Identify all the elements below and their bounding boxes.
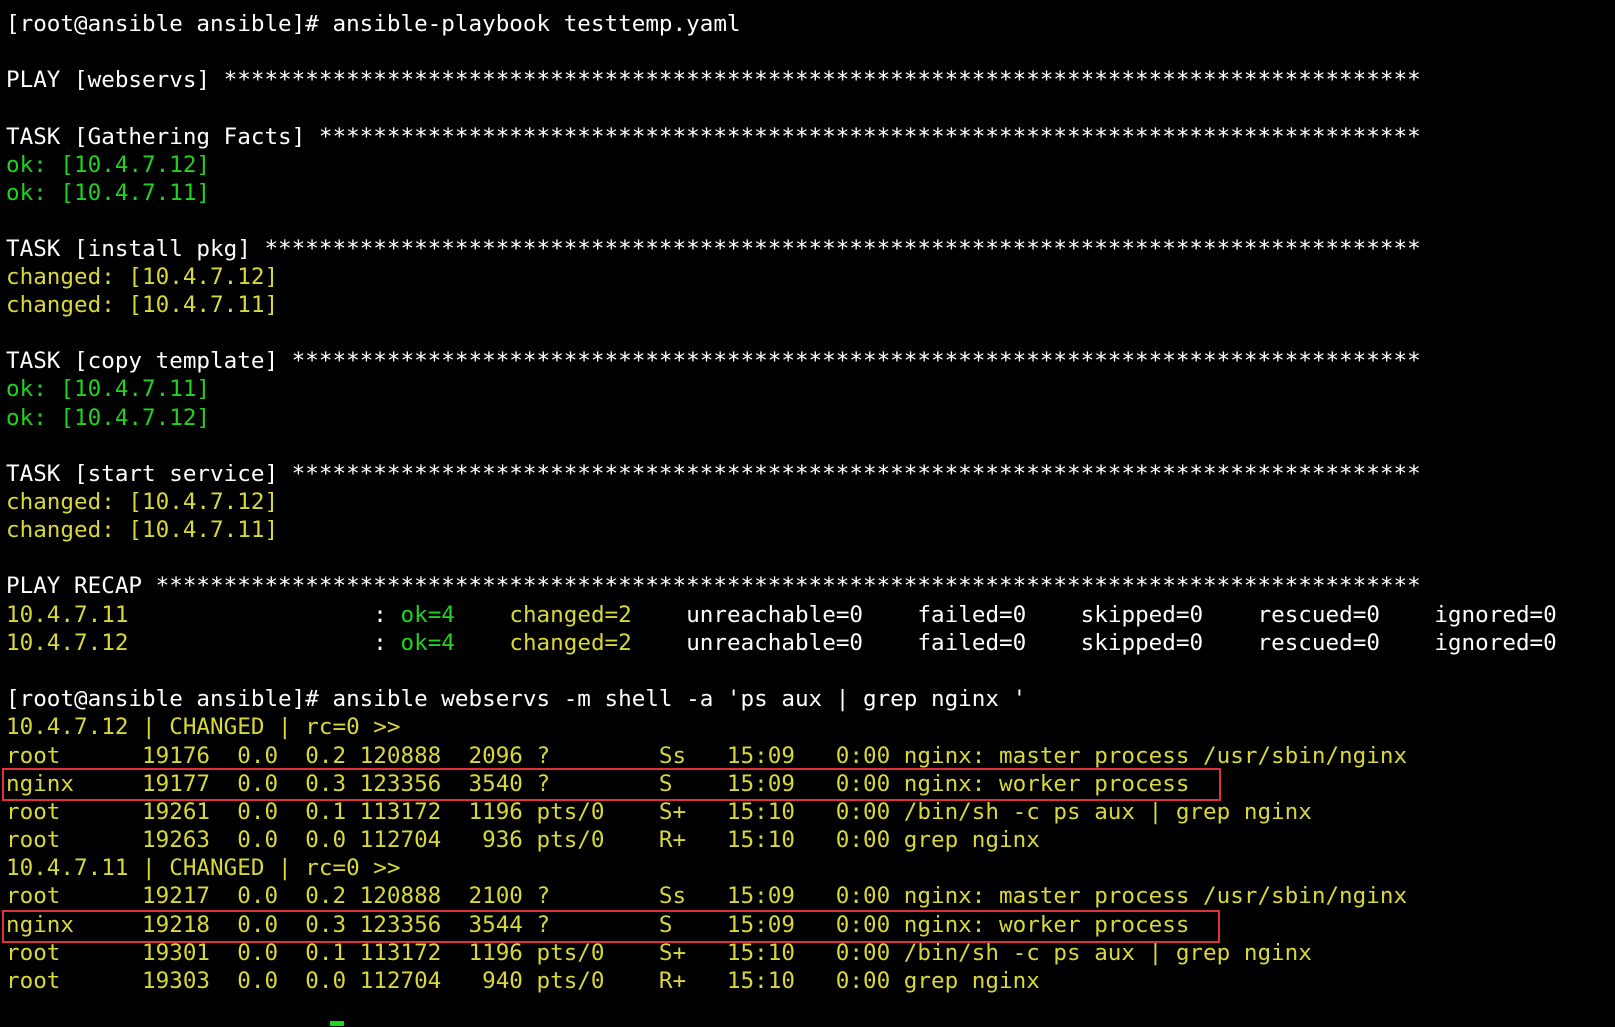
terminal-text-segment: unreachable=0 failed=0 skipped=0 rescued… — [631, 602, 1557, 628]
terminal-line: TASK [copy template] *******************… — [6, 347, 1421, 375]
terminal-line: root 19301 0.0 0.1 113172 1196 pts/0 S+ … — [6, 939, 1312, 967]
terminal-line: root 19303 0.0 0.0 112704 940 pts/0 R+ 1… — [6, 967, 1040, 995]
terminal-text-segment: ok: [10.4.7.11] — [6, 180, 211, 206]
terminal-line: 10.4.7.12 | CHANGED | rc=0 >> — [6, 713, 400, 741]
terminal-line: ok: [10.4.7.12] — [6, 151, 210, 179]
terminal-line: TASK [Gathering Facts] *****************… — [6, 123, 1421, 151]
terminal-text-segment: changed: [10.4.7.12] — [6, 264, 279, 290]
terminal-text-segment: [root@ansible ansible]# ansible webservs… — [6, 686, 1027, 712]
terminal-line: TASK [install pkg] *********************… — [6, 235, 1421, 263]
terminal-line: changed: [10.4.7.12] — [6, 263, 278, 291]
terminal-line: PLAY [webservs] ************************… — [6, 66, 1421, 94]
terminal-text-segment: root 19301 0.0 0.1 113172 1196 pts/0 S+ … — [6, 940, 1312, 966]
terminal-text-segment: ok: [10.4.7.12] — [6, 405, 211, 431]
terminal-text-segment: PLAY [webservs] ************************… — [6, 67, 1421, 93]
terminal-line: ok: [10.4.7.12] — [6, 404, 210, 432]
terminal-line: ok: [10.4.7.11] — [6, 375, 210, 403]
terminal-line: root 19217 0.0 0.2 120888 2100 ? Ss 15:0… — [6, 882, 1407, 910]
terminal-line: ok: [10.4.7.11] — [6, 179, 210, 207]
terminal-text-segment: TASK [start service] *******************… — [6, 461, 1421, 487]
terminal-text-segment: changed=2 — [509, 602, 632, 628]
terminal-line: [root@ansible ansible]# ansible webservs… — [6, 685, 1026, 713]
terminal-text-segment: [root@ansible ansible]# ansible-playbook… — [6, 11, 741, 37]
terminal-text-segment: ok=4 — [400, 602, 455, 628]
terminal-line: root 19261 0.0 0.1 113172 1196 pts/0 S+ … — [6, 798, 1312, 826]
terminal-line: [root@ansible ansible]# ansible-playbook… — [6, 10, 741, 38]
terminal-line: changed: [10.4.7.11] — [6, 291, 278, 319]
terminal-text-segment: 10.4.7.12 — [6, 630, 129, 656]
terminal-text-segment: root 19261 0.0 0.1 113172 1196 pts/0 S+ … — [6, 799, 1312, 825]
terminal-cursor — [330, 1021, 344, 1026]
terminal-text-segment: TASK [copy template] *******************… — [6, 348, 1421, 374]
terminal-text-segment: changed: [10.4.7.11] — [6, 517, 279, 543]
terminal-line: changed: [10.4.7.11] — [6, 516, 278, 544]
terminal-text-segment: changed: [10.4.7.12] — [6, 489, 279, 515]
terminal-text-segment: root 19303 0.0 0.0 112704 940 pts/0 R+ 1… — [6, 968, 1040, 994]
terminal-line: 10.4.7.11 : ok=4 changed=2 unreachable=0… — [6, 601, 1557, 629]
terminal-text-segment: : — [128, 630, 401, 656]
terminal-text-segment: ok: [10.4.7.11] — [6, 376, 211, 402]
terminal-line: TASK [start service] *******************… — [6, 460, 1421, 488]
terminal-text-segment: root 19263 0.0 0.0 112704 936 pts/0 R+ 1… — [6, 827, 1040, 853]
terminal-text-segment: ok=4 — [400, 630, 455, 656]
terminal-line: 10.4.7.11 | CHANGED | rc=0 >> — [6, 854, 400, 882]
terminal-text-segment: root 19176 0.0 0.2 120888 2096 ? Ss 15:0… — [6, 743, 1408, 769]
terminal-text-segment: 10.4.7.11 — [6, 602, 129, 628]
terminal-text-segment: TASK [install pkg] *********************… — [6, 236, 1421, 262]
terminal-text-segment: nginx 19218 0.0 0.3 123356 3544 ? S 15:0… — [6, 912, 1190, 938]
terminal-line: changed: [10.4.7.12] — [6, 488, 278, 516]
terminal-text-segment: PLAY RECAP *****************************… — [6, 573, 1421, 599]
terminal-text-segment: root 19217 0.0 0.2 120888 2100 ? Ss 15:0… — [6, 883, 1408, 909]
terminal-line: nginx 19177 0.0 0.3 123356 3540 ? S 15:0… — [6, 770, 1189, 798]
terminal-window[interactable]: [root@ansible ansible]# ansible-playbook… — [0, 0, 1615, 1027]
terminal-line: 10.4.7.12 : ok=4 changed=2 unreachable=0… — [6, 629, 1557, 657]
terminal-text-segment: changed: [10.4.7.11] — [6, 292, 279, 318]
terminal-text-segment: unreachable=0 failed=0 skipped=0 rescued… — [631, 630, 1557, 656]
terminal-text-segment: : — [128, 602, 401, 628]
terminal-text-segment: nginx 19177 0.0 0.3 123356 3540 ? S 15:0… — [6, 771, 1190, 797]
terminal-text-segment: 10.4.7.11 | CHANGED | rc=0 >> — [6, 855, 401, 881]
terminal-text-segment: 10.4.7.12 | CHANGED | rc=0 >> — [6, 714, 401, 740]
terminal-text-segment: TASK [Gathering Facts] *****************… — [6, 124, 1421, 150]
terminal-line: PLAY RECAP *****************************… — [6, 572, 1421, 600]
terminal-text-segment: ok: [10.4.7.12] — [6, 152, 211, 178]
terminal-line: nginx 19218 0.0 0.3 123356 3544 ? S 15:0… — [6, 911, 1189, 939]
terminal-text-segment: changed=2 — [509, 630, 632, 656]
terminal-line: root 19263 0.0 0.0 112704 936 pts/0 R+ 1… — [6, 826, 1040, 854]
terminal-line: root 19176 0.0 0.2 120888 2096 ? Ss 15:0… — [6, 742, 1407, 770]
